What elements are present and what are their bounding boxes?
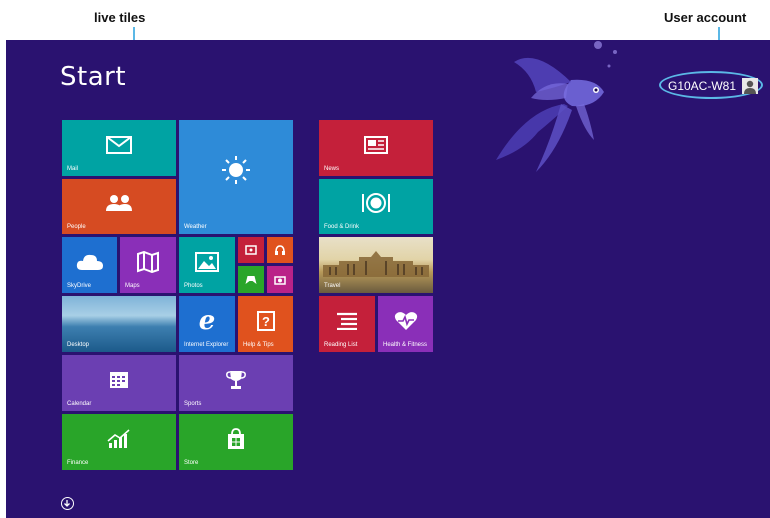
tile-label: News <box>324 166 340 172</box>
tile-music[interactable] <box>267 237 293 263</box>
cloud-icon <box>76 254 103 270</box>
tile-people[interactable]: People <box>62 179 176 234</box>
tile-help-tips[interactable]: ? Help & Tips <box>238 296 293 352</box>
parliament-building-image <box>323 251 429 277</box>
tile-camera[interactable] <box>267 266 293 293</box>
tile-calendar[interactable]: Calendar <box>62 355 176 411</box>
tile-label: Health & Fitness <box>383 342 428 348</box>
photo-icon <box>195 251 219 272</box>
sun-icon <box>222 156 250 185</box>
tile-games[interactable] <box>238 266 264 293</box>
camera-icon <box>274 275 286 285</box>
tile-label: Store <box>184 460 199 466</box>
svg-text:?: ? <box>262 314 270 329</box>
start-screen: Start G10AC-W81 Mail Weather People SkyD… <box>6 40 770 518</box>
tile-finance[interactable]: Finance <box>62 414 176 470</box>
headphones-icon <box>275 245 285 255</box>
tile-store[interactable]: Store <box>179 414 293 470</box>
video-icon <box>245 245 257 255</box>
map-icon <box>137 250 159 273</box>
start-title: Start <box>60 62 127 92</box>
tile-label: Finance <box>67 460 89 466</box>
tile-label: Mail <box>67 166 79 172</box>
tile-internet-explorer[interactable]: e Internet Explorer <box>179 296 235 352</box>
betta-fish-decoration <box>496 41 617 172</box>
tile-video[interactable] <box>238 237 264 263</box>
tile-label: Internet Explorer <box>184 342 229 348</box>
mail-icon <box>106 135 132 154</box>
tile-skydrive[interactable]: SkyDrive <box>62 237 117 293</box>
food-plate-icon <box>362 193 390 214</box>
tile-label: Reading List <box>324 342 358 348</box>
user-account-callout: User account <box>664 10 747 25</box>
tile-photos[interactable]: Photos <box>179 237 235 293</box>
tile-label: People <box>67 224 86 230</box>
internet-explorer-icon: e <box>198 305 216 336</box>
store-bag-icon <box>228 427 244 449</box>
tile-label: Photos <box>184 283 203 289</box>
tile-mail[interactable]: Mail <box>62 120 176 176</box>
news-icon <box>364 135 388 154</box>
tile-maps[interactable]: Maps <box>120 237 176 293</box>
user-name: G10AC-W81 <box>668 79 737 93</box>
tile-health-fitness[interactable]: Health & Fitness <box>378 296 433 352</box>
people-icon <box>106 195 132 212</box>
tile-label: Maps <box>125 283 140 289</box>
tile-desktop[interactable]: Desktop <box>62 296 176 352</box>
reading-list-icon <box>337 312 357 330</box>
trophy-icon <box>226 370 246 389</box>
tile-weather[interactable]: Weather <box>179 120 293 234</box>
help-book-icon: ? <box>256 310 275 331</box>
user-avatar-icon <box>742 78 759 94</box>
scroll-down-arrow-icon[interactable] <box>61 497 74 510</box>
tile-food-drink[interactable]: Food & Drink <box>319 179 433 234</box>
user-account[interactable]: G10AC-W81 <box>668 75 759 97</box>
tile-label: Travel <box>324 283 341 289</box>
tile-label: Weather <box>184 224 207 230</box>
finance-chart-icon <box>107 429 130 448</box>
heart-pulse-icon <box>394 311 417 330</box>
tile-reading-list[interactable]: Reading List <box>319 296 375 352</box>
calendar-icon <box>110 371 128 388</box>
tile-label: SkyDrive <box>67 283 92 289</box>
tile-news[interactable]: News <box>319 120 433 176</box>
tile-label: Desktop <box>67 342 90 348</box>
tile-label: Food & Drink <box>324 224 360 230</box>
game-controller-icon <box>245 275 257 284</box>
tile-label: Calendar <box>67 401 92 407</box>
tile-sports[interactable]: Sports <box>179 355 293 411</box>
tile-travel[interactable]: Travel <box>319 237 433 293</box>
tile-label: Help & Tips <box>243 342 274 348</box>
live-tiles-callout: live tiles <box>94 10 146 25</box>
tile-label: Sports <box>184 401 202 407</box>
